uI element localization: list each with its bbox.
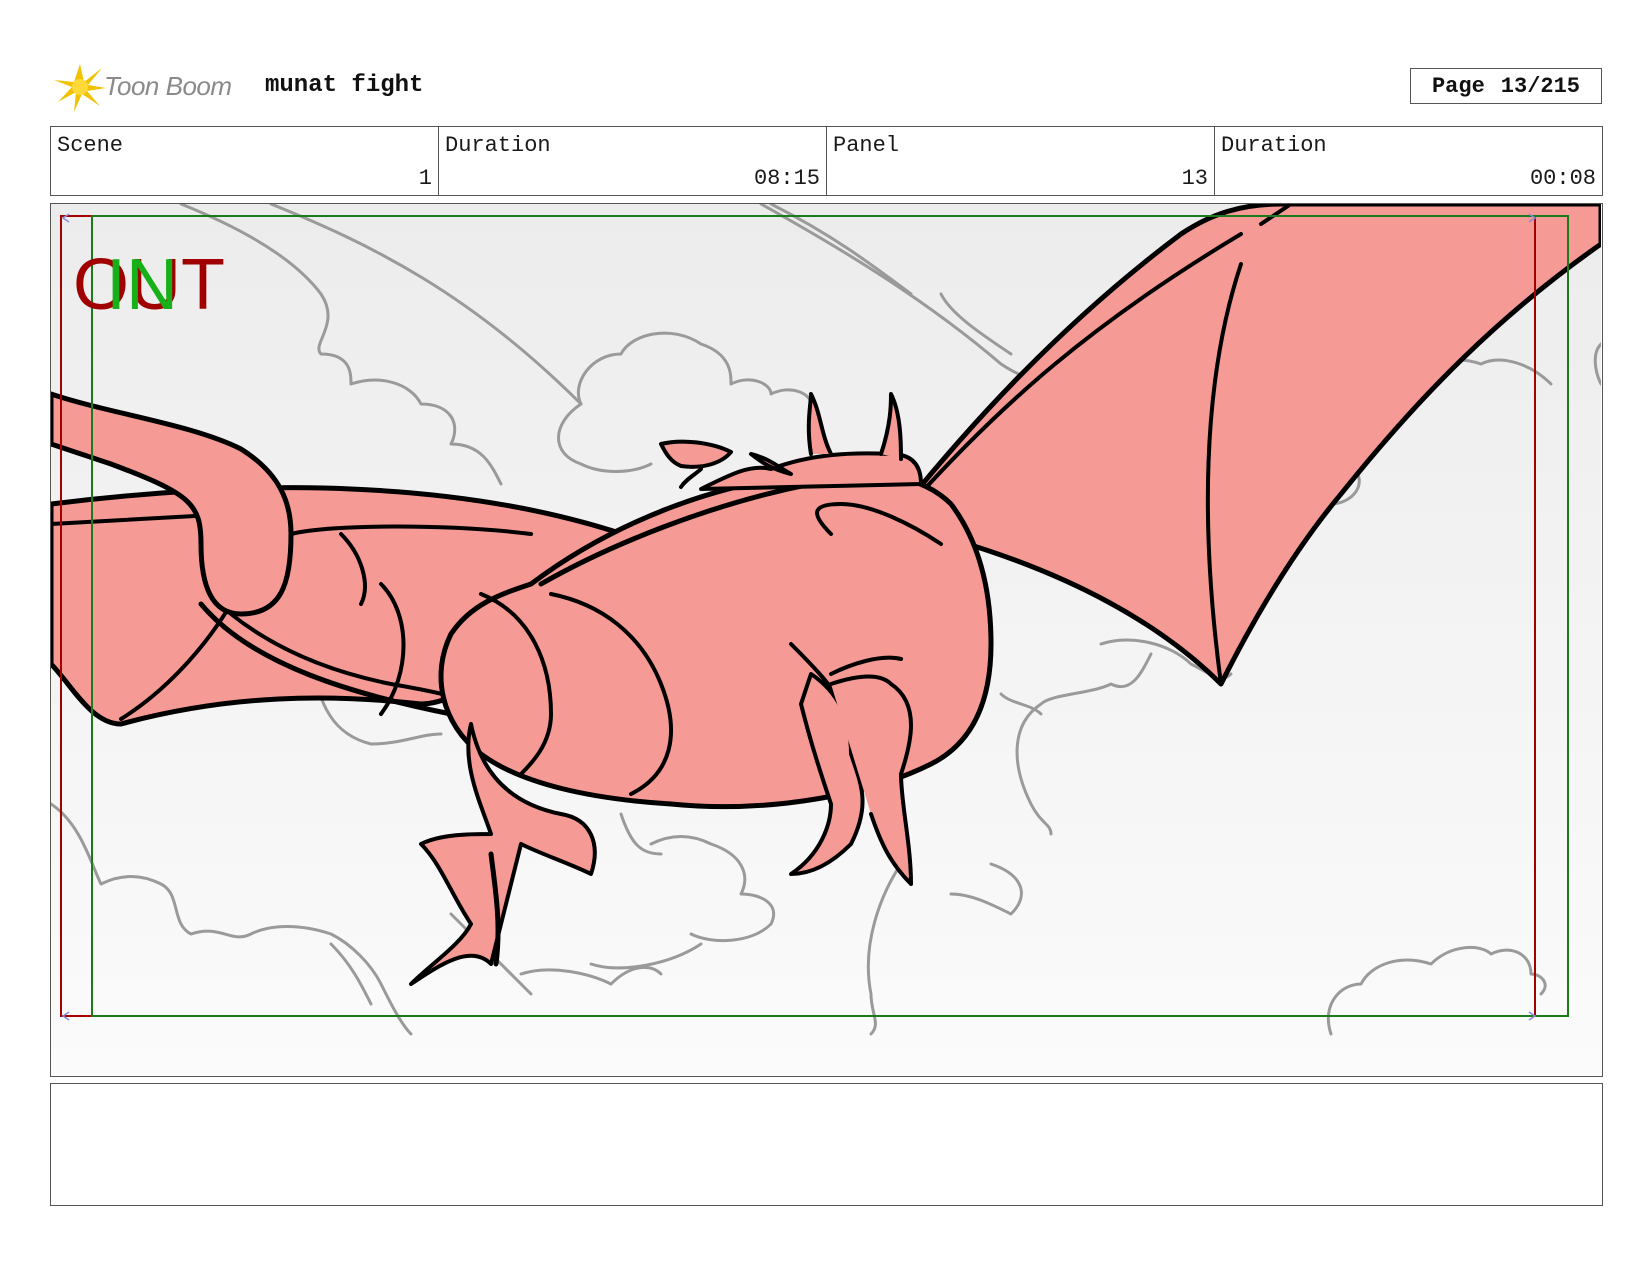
panel-duration-label: Duration [1221, 133, 1327, 158]
scene-label: Scene [57, 133, 124, 158]
scene-cell: Scene 1 [51, 127, 439, 195]
panel-drawing: OUT IN [51, 204, 1601, 1075]
panel-duration-cell: Duration 00:08 [1215, 127, 1602, 195]
notes-box [50, 1083, 1603, 1206]
storyboard-panel: OUT IN [50, 203, 1603, 1077]
scene-duration-value: 08:15 [753, 166, 820, 191]
scene-value: 1 [418, 166, 432, 191]
toon-boom-logo: Toon Boom [52, 58, 232, 114]
panel-value: 13 [1181, 166, 1208, 191]
logo-wordmark: Toon Boom [104, 70, 232, 101]
panel-info-table: Scene 1 Duration 08:15 Panel 13 Duration… [50, 126, 1603, 196]
in-marker: IN [106, 245, 178, 325]
page-number: 13/215 [1500, 73, 1581, 99]
page-label: Page [1431, 73, 1485, 99]
panel-cell: Panel 13 [827, 127, 1215, 195]
page-indicator: Page 13/215 [1410, 68, 1602, 104]
starburst-icon [54, 64, 106, 112]
project-title: munat fight [265, 72, 424, 99]
scene-duration-label: Duration [445, 133, 551, 158]
panel-label: Panel [833, 133, 900, 158]
scene-duration-cell: Duration 08:15 [439, 127, 827, 195]
panel-duration-value: 00:08 [1529, 166, 1596, 191]
